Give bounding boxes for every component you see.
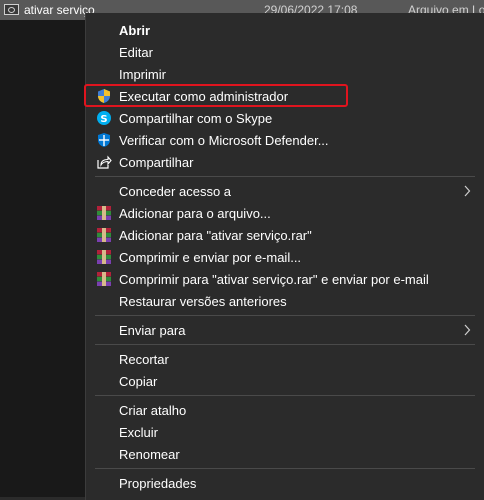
menu-item-label: Executar como administrador <box>119 89 289 104</box>
chevron-right-icon <box>464 324 471 336</box>
menu-item-cut[interactable]: Recortar <box>86 348 484 370</box>
menu-item-grant-access[interactable]: Conceder acesso a <box>86 180 484 202</box>
menu-item-label: Propriedades <box>119 476 197 491</box>
winrar-icon <box>97 228 111 242</box>
menu-separator <box>95 315 475 316</box>
menu-item-send-to[interactable]: Enviar para <box>86 319 484 341</box>
skype-icon: S <box>97 111 111 125</box>
menu-item-create-shortcut[interactable]: Criar atalho <box>86 399 484 421</box>
file-icon <box>4 4 19 15</box>
chevron-right-icon <box>464 185 471 197</box>
menu-separator <box>95 395 475 396</box>
menu-item-label: Conceder acesso a <box>119 184 232 199</box>
menu-item-label: Renomear <box>119 447 180 462</box>
menu-item-label: Recortar <box>119 352 169 367</box>
menu-item-edit[interactable]: Editar <box>86 41 484 63</box>
menu-item-label: Compartilhar <box>119 155 194 170</box>
menu-separator <box>95 176 475 177</box>
menu-item-copy[interactable]: Copiar <box>86 370 484 392</box>
menu-separator <box>95 468 475 469</box>
context-menu: Abrir Editar Imprimir Executar como admi… <box>85 13 484 500</box>
menu-item-delete[interactable]: Excluir <box>86 421 484 443</box>
menu-item-label: Abrir <box>119 23 151 38</box>
menu-item-label: Verificar com o Microsoft Defender... <box>119 133 329 148</box>
menu-item-label: Enviar para <box>119 323 186 338</box>
winrar-icon <box>97 272 111 286</box>
explorer-background <box>0 20 85 500</box>
menu-item-label: Compartilhar com o Skype <box>119 111 273 126</box>
winrar-icon <box>97 250 111 264</box>
menu-item-compress-rar-email[interactable]: Comprimir para "ativar serviço.rar" e en… <box>86 268 484 290</box>
menu-item-defender[interactable]: Verificar com o Microsoft Defender... <box>86 129 484 151</box>
menu-item-run-as-admin[interactable]: Executar como administrador <box>86 85 484 107</box>
share-icon <box>97 155 112 169</box>
uac-shield-icon <box>98 89 110 103</box>
menu-item-label: Excluir <box>119 425 159 440</box>
menu-item-label: Comprimir e enviar por e-mail... <box>119 250 302 265</box>
menu-item-print[interactable]: Imprimir <box>86 63 484 85</box>
menu-item-label: Comprimir para "ativar serviço.rar" e en… <box>119 272 429 287</box>
menu-item-label: Restaurar versões anteriores <box>119 294 287 309</box>
defender-shield-icon <box>98 133 110 147</box>
menu-item-compress-email[interactable]: Comprimir e enviar por e-mail... <box>86 246 484 268</box>
menu-item-rename[interactable]: Renomear <box>86 443 484 465</box>
menu-separator <box>95 344 475 345</box>
menu-item-open[interactable]: Abrir <box>86 19 484 41</box>
menu-item-label: Imprimir <box>119 67 166 82</box>
menu-item-add-rar[interactable]: Adicionar para "ativar serviço.rar" <box>86 224 484 246</box>
winrar-icon <box>97 206 111 220</box>
menu-item-add-archive[interactable]: Adicionar para o arquivo... <box>86 202 484 224</box>
menu-item-label: Adicionar para "ativar serviço.rar" <box>119 228 312 243</box>
menu-item-label: Criar atalho <box>119 403 187 418</box>
menu-item-label: Adicionar para o arquivo... <box>119 206 271 221</box>
menu-item-share[interactable]: Compartilhar <box>86 151 484 173</box>
menu-item-label: Copiar <box>119 374 158 389</box>
menu-item-properties[interactable]: Propriedades <box>86 472 484 494</box>
menu-item-share-skype[interactable]: S Compartilhar com o Skype <box>86 107 484 129</box>
menu-item-restore-versions[interactable]: Restaurar versões anteriores <box>86 290 484 312</box>
svg-text:S: S <box>100 114 107 125</box>
menu-item-label: Editar <box>119 45 153 60</box>
